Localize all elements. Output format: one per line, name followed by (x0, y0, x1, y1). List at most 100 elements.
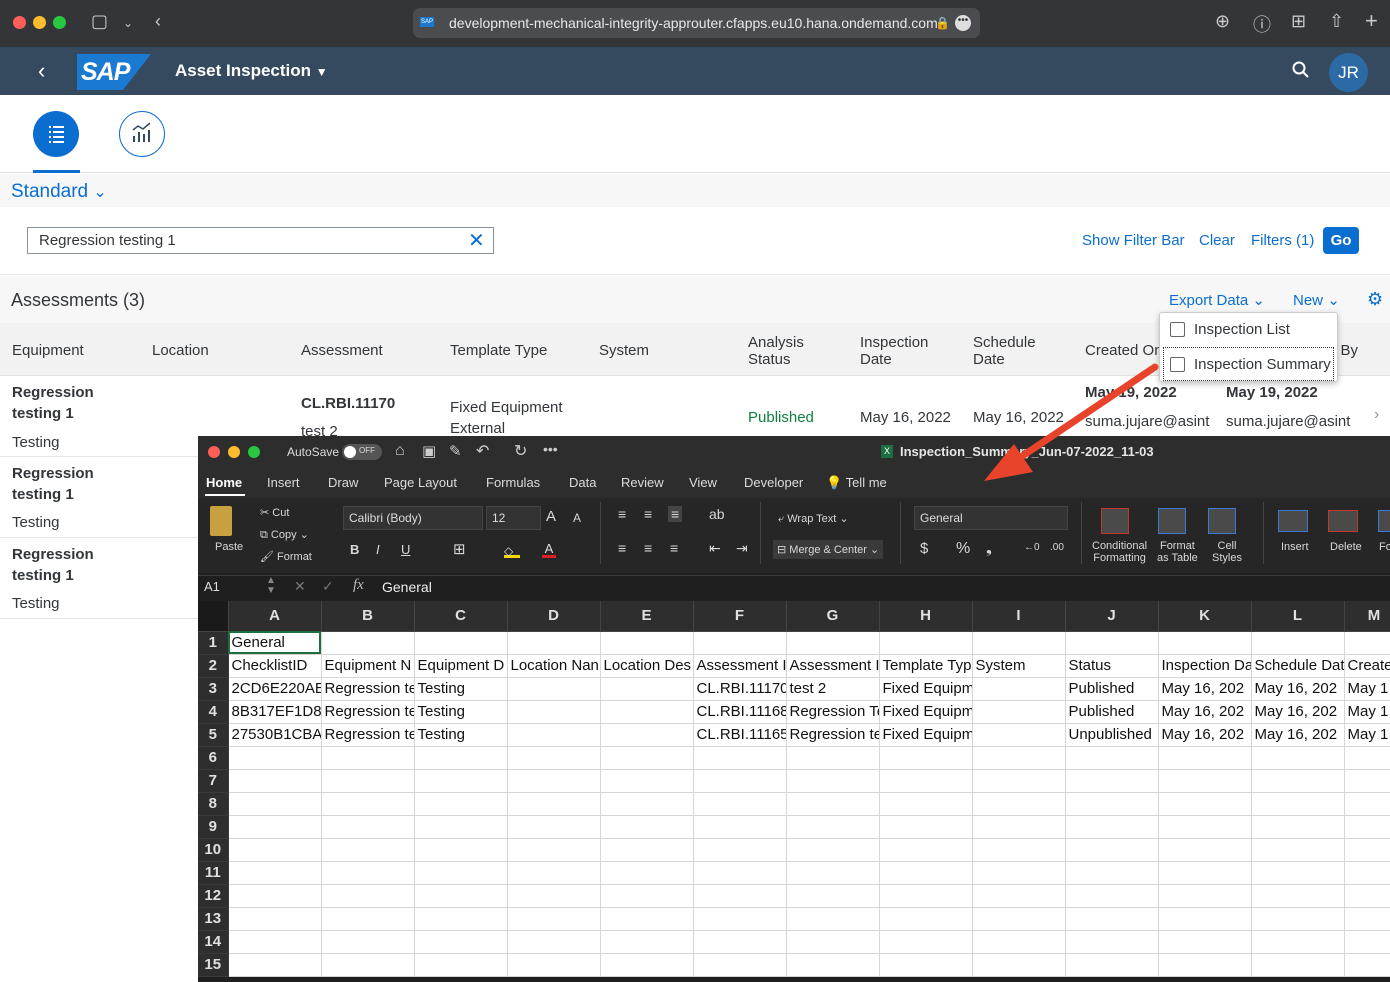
sheet-cell[interactable] (786, 746, 880, 770)
sheet-cell[interactable] (1158, 953, 1252, 977)
sheet-cell[interactable] (693, 792, 787, 816)
cell-styles-icon[interactable] (1208, 508, 1236, 534)
sheet-cell[interactable] (1344, 884, 1390, 908)
sheet-cell[interactable] (1065, 861, 1159, 885)
sheet-cell[interactable] (1344, 792, 1390, 816)
sheet-cell[interactable] (600, 677, 694, 701)
sidebar-icon[interactable]: ▢ (91, 11, 108, 32)
sheet-cell[interactable] (972, 792, 1066, 816)
sheet-cell[interactable]: Schedule Dat (1251, 654, 1345, 678)
sheet-cell[interactable] (600, 884, 694, 908)
sheet-cell[interactable] (1251, 838, 1345, 862)
sheet-cell[interactable] (972, 815, 1066, 839)
sheet-cell[interactable] (1251, 769, 1345, 793)
sheet-cell[interactable]: test 2 (786, 677, 880, 701)
row-header[interactable]: 2 (198, 654, 229, 678)
sheet-cell[interactable] (786, 838, 880, 862)
sheet-cell[interactable] (1251, 861, 1345, 885)
sheet-cell[interactable]: Equipment D (414, 654, 508, 678)
sheet-cell[interactable] (414, 907, 508, 931)
orientation-icon[interactable]: ab (709, 506, 725, 522)
sheet-cell[interactable] (600, 631, 694, 655)
sheet-cell[interactable] (1344, 631, 1390, 655)
format-as-table-icon[interactable] (1158, 508, 1186, 534)
sheet-cell[interactable] (507, 723, 601, 747)
sheet-cell[interactable] (972, 700, 1066, 724)
sheet-cell[interactable] (786, 930, 880, 954)
sheet-cell[interactable] (972, 884, 1066, 908)
sheet-cell[interactable] (1251, 815, 1345, 839)
share-icon[interactable]: ⇧ (1329, 11, 1344, 32)
app-title-menu[interactable]: Asset Inspection ▼ (175, 61, 328, 81)
sheet-cell[interactable] (228, 930, 322, 954)
sheet-cell[interactable]: Testing (414, 700, 508, 724)
sheet-cell[interactable]: System (972, 654, 1066, 678)
delete-cells-button[interactable]: Delete (1330, 541, 1362, 553)
sheet-cell[interactable] (228, 769, 322, 793)
sheet-cell[interactable] (321, 746, 415, 770)
sheet-cell[interactable] (414, 884, 508, 908)
select-all-corner[interactable] (198, 601, 229, 632)
row-header[interactable]: 10 (198, 838, 229, 862)
sheet-cell[interactable] (507, 930, 601, 954)
sheet-cell[interactable] (600, 723, 694, 747)
paste-icon[interactable] (210, 506, 232, 536)
sheet-cell[interactable] (1158, 815, 1252, 839)
sheet-cell[interactable]: Regression te (321, 700, 415, 724)
column-header[interactable]: Created By (1338, 342, 1358, 359)
export-data-button[interactable]: Export Data ⌄ (1169, 291, 1265, 309)
autosave-toggle[interactable]: OFF (342, 444, 382, 460)
row-header[interactable]: 12 (198, 884, 229, 908)
row-header[interactable]: 6 (198, 746, 229, 770)
tab-page-layout[interactable]: Page Layout (384, 475, 457, 490)
save-icon[interactable]: ▣ (422, 442, 436, 460)
minimize-window-button[interactable] (228, 446, 240, 458)
sheet-cell[interactable] (1065, 884, 1159, 908)
sheet-cell[interactable]: May 16, 202 (1251, 723, 1345, 747)
sheet-cell[interactable]: General (228, 631, 322, 655)
sheet-cell[interactable]: 8B317EF1D8 (228, 700, 322, 724)
column-header[interactable]: L (1251, 601, 1345, 632)
sheet-cell[interactable] (879, 930, 973, 954)
sheet-cell[interactable] (414, 838, 508, 862)
format-as-table-button[interactable]: Format as Table (1157, 540, 1198, 564)
sheet-cell[interactable]: Inspection Da (1158, 654, 1252, 678)
sheet-cell[interactable] (600, 700, 694, 724)
filters-link[interactable]: Filters (1) (1251, 232, 1314, 249)
sheet-cell[interactable] (972, 631, 1066, 655)
align-right-icon[interactable]: ≡ (670, 540, 678, 556)
sheet-cell[interactable] (1065, 815, 1159, 839)
sheet-cell[interactable] (1251, 792, 1345, 816)
column-header[interactable]: E (600, 601, 694, 632)
address-bar[interactable]: SAP development-mechanical-integrity-app… (413, 8, 980, 38)
sheet-cell[interactable] (321, 815, 415, 839)
sheet-cell[interactable]: Equipment N (321, 654, 415, 678)
sheet-cell[interactable] (321, 930, 415, 954)
column-header[interactable]: M (1344, 601, 1390, 632)
sheet-cell[interactable] (414, 746, 508, 770)
sheet-cell[interactable] (693, 907, 787, 931)
sheet-cell[interactable] (414, 861, 508, 885)
back-icon[interactable]: ‹ (38, 58, 45, 84)
sheet-cell[interactable] (1344, 838, 1390, 862)
sheet-cell[interactable] (600, 861, 694, 885)
sheet-cell[interactable] (786, 792, 880, 816)
sheet-cell[interactable] (972, 723, 1066, 747)
sheet-cell[interactable] (1344, 907, 1390, 931)
percent-icon[interactable]: % (956, 540, 970, 558)
sheet-cell[interactable] (507, 769, 601, 793)
sheet-cell[interactable]: Location Nan (507, 654, 601, 678)
column-header[interactable]: F (693, 601, 787, 632)
avatar[interactable]: JR (1329, 53, 1368, 92)
close-window-button[interactable] (13, 16, 26, 29)
sheet-cell[interactable]: Regression te (321, 723, 415, 747)
cancel-icon[interactable]: ✕ (294, 578, 306, 595)
sheet-cell[interactable] (693, 838, 787, 862)
wrap-text-button[interactable]: ⤶ Wrap Text ⌄ (778, 512, 849, 526)
conditional-formatting-button[interactable]: Conditional Formatting (1092, 540, 1147, 564)
font-color-icon[interactable]: A (542, 541, 556, 558)
format-cells-button[interactable]: Fo (1379, 541, 1390, 553)
sheet-cell[interactable] (600, 930, 694, 954)
sheet-cell[interactable] (1158, 838, 1252, 862)
sheet-cell[interactable]: May 1 (1344, 700, 1390, 724)
